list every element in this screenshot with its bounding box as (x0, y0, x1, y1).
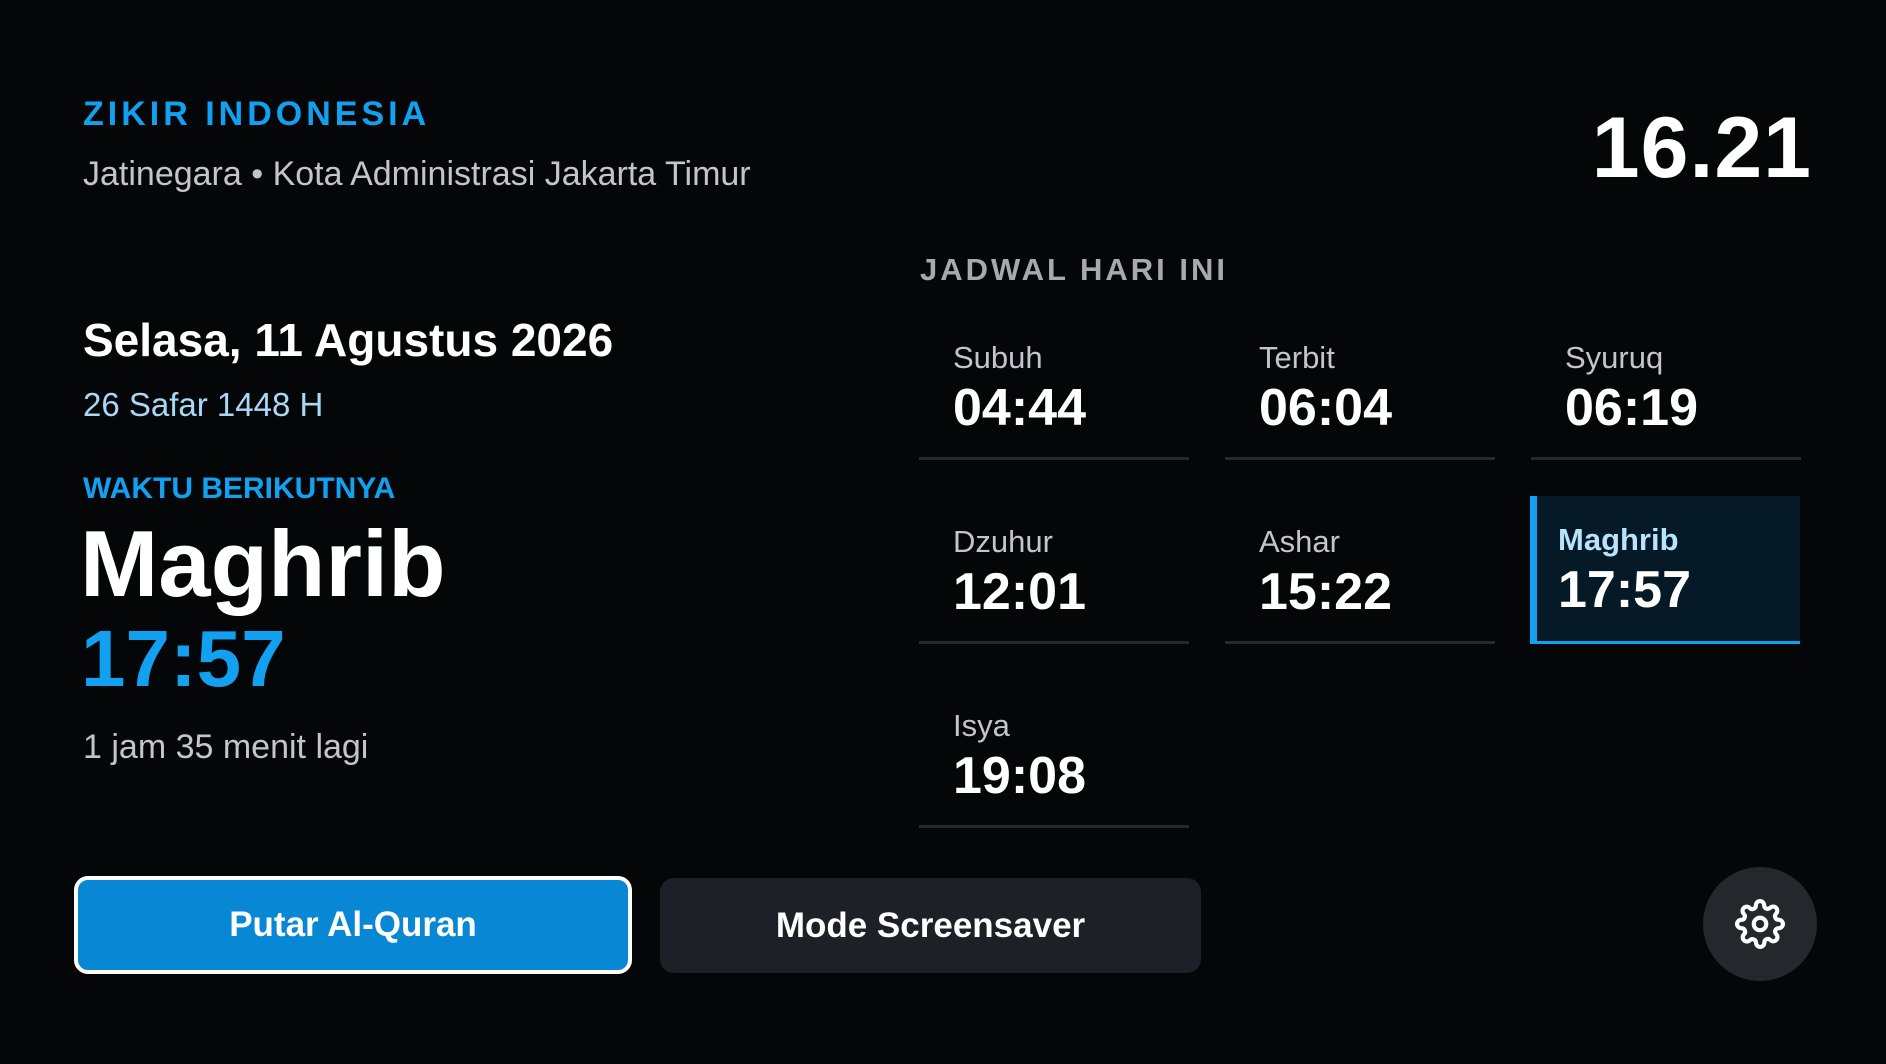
prayer-time: 06:04 (1259, 379, 1392, 437)
prayer-time: 04:44 (953, 379, 1086, 437)
next-prayer-countdown: 1 jam 35 menit lagi (83, 728, 369, 766)
gregorian-date: Selasa, 11 Agustus 2026 (83, 314, 614, 366)
prayer-card-terbit: Terbit 06:04 (1225, 318, 1495, 460)
app-brand: ZIKIR INDONESIA (83, 95, 431, 133)
prayer-card-subuh: Subuh 04:44 (919, 318, 1189, 460)
prayer-name: Terbit (1259, 340, 1335, 375)
prayer-time: 19:08 (953, 747, 1086, 805)
prayer-name: Syuruq (1565, 340, 1664, 375)
prayer-time: 12:01 (953, 563, 1086, 621)
next-prayer-label: WAKTU BERIKUTNYA (83, 472, 396, 505)
prayer-card-dzuhur: Dzuhur 12:01 (919, 502, 1189, 644)
prayer-card-maghrib-active: Maghrib 17:57 (1530, 496, 1800, 644)
hijri-date: 26 Safar 1448 H (83, 386, 324, 423)
prayer-time: 17:57 (1558, 561, 1691, 619)
location-label: Jatinegara • Kota Administrasi Jakarta T… (83, 155, 751, 193)
screensaver-mode-button[interactable]: Mode Screensaver (660, 878, 1201, 973)
prayer-name: Ashar (1259, 524, 1340, 559)
next-prayer-time: 17:57 (81, 614, 286, 703)
prayer-time: 06:19 (1565, 379, 1698, 437)
prayer-card-isya: Isya 19:08 (919, 686, 1189, 828)
prayer-card-syuruq: Syuruq 06:19 (1531, 318, 1801, 460)
gear-icon (1735, 899, 1785, 949)
prayer-name: Maghrib (1558, 522, 1679, 557)
prayer-name: Subuh (953, 340, 1043, 375)
prayer-time: 15:22 (1259, 563, 1392, 621)
prayer-times-screen: ZIKIR INDONESIA Jatinegara • Kota Admini… (0, 0, 1886, 1064)
next-prayer-name: Maghrib (80, 511, 446, 616)
prayer-name: Dzuhur (953, 524, 1053, 559)
play-quran-button[interactable]: Putar Al-Quran (74, 876, 632, 974)
settings-button[interactable] (1703, 867, 1817, 981)
current-time: 16.21 (1591, 100, 1812, 196)
schedule-title: JADWAL HARI INI (920, 252, 1228, 287)
prayer-card-ashar: Ashar 15:22 (1225, 502, 1495, 644)
prayer-name: Isya (953, 708, 1010, 743)
